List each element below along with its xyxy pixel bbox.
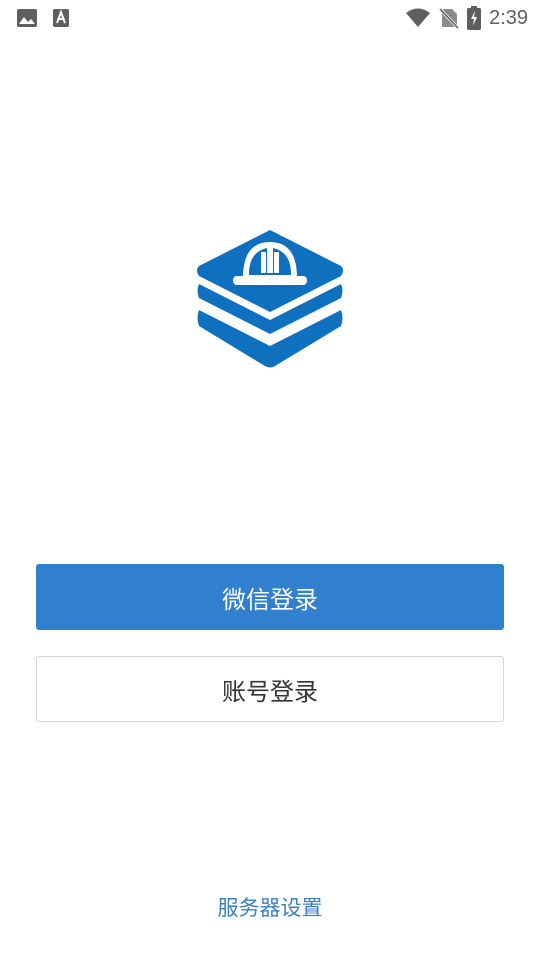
no-sim-icon [439, 7, 460, 29]
wechat-login-button[interactable]: 微信登录 [36, 564, 504, 630]
status-bar-system: 2:39 [397, 6, 528, 30]
app-logo [195, 226, 345, 370]
font-download-icon [52, 8, 70, 28]
status-bar: 2:39 [0, 0, 540, 36]
status-bar-notifications [16, 8, 84, 28]
status-clock: 2:39 [489, 6, 528, 29]
server-settings-link[interactable]: 服务器设置 [0, 892, 540, 922]
wechat-login-label: 微信登录 [222, 585, 318, 614]
account-login-button[interactable]: 账号登录 [36, 656, 504, 722]
image-icon [16, 8, 38, 28]
login-screen: 2:39 微信登录 账号登录 服务器设置 [0, 0, 540, 960]
helmet-layers-logo [197, 230, 343, 368]
battery-charging-icon [467, 6, 482, 30]
account-login-label: 账号登录 [222, 677, 318, 706]
wifi-icon [405, 8, 431, 28]
